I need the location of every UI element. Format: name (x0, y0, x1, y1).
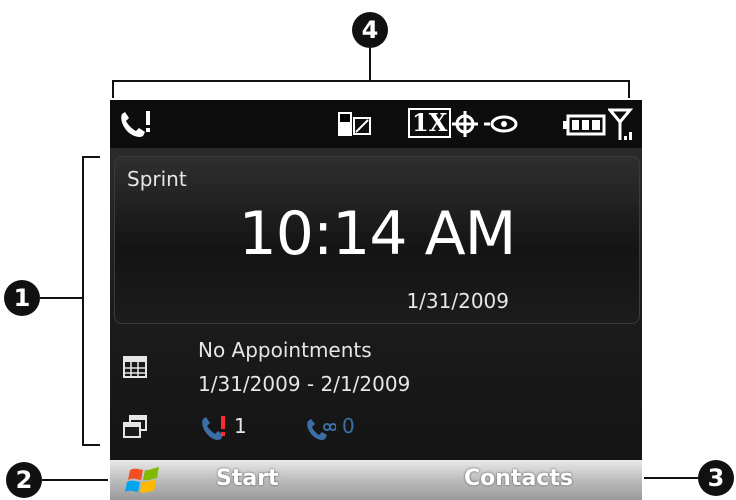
windows-flag-icon[interactable] (124, 464, 164, 498)
callout-2: 2 (6, 462, 42, 498)
status-bar[interactable]: 1X (110, 100, 642, 148)
appointments-range[interactable]: 1/31/2009 - 2/1/2009 (198, 372, 410, 396)
carrier-name: Sprint (127, 167, 187, 191)
callout-1-bracket (82, 156, 84, 446)
softkey-bar: Start Contacts (110, 460, 642, 500)
callout-1-bracket-bottom-tick (82, 444, 100, 446)
clock-date: 1/31/2009 (406, 289, 509, 313)
windows-stack-icon[interactable] (122, 414, 148, 440)
appointments-title[interactable]: No Appointments (198, 338, 372, 362)
1x-data-icon[interactable]: 1X (408, 108, 452, 138)
roaming-icon[interactable] (484, 112, 520, 136)
callout-4-bracket-right-tick (628, 80, 630, 98)
callout-2-line (42, 479, 108, 481)
callout-4: 4 (352, 12, 388, 48)
clock-panel[interactable]: Sprint 10:14 AM 1/31/2009 (114, 156, 640, 324)
callout-3: 3 (698, 460, 734, 496)
phone-alert-icon[interactable] (116, 108, 156, 140)
gps-icon[interactable] (450, 110, 480, 138)
callout-4-bracket-left-tick (112, 80, 114, 98)
calendar-icon[interactable] (122, 354, 148, 380)
callout-4-stem (369, 48, 371, 82)
voicemail-icon[interactable] (304, 416, 336, 442)
missed-calls-count[interactable]: 1 (234, 414, 247, 438)
today-screen: Sprint 10:14 AM 1/31/2009 No Appointment… (110, 148, 642, 460)
sim-icon[interactable] (336, 110, 372, 138)
callout-3-line (644, 477, 698, 479)
signal-icon[interactable] (608, 106, 636, 142)
battery-icon[interactable] (562, 114, 606, 136)
callout-1: 1 (4, 280, 40, 316)
start-softkey[interactable]: Start (216, 466, 279, 491)
missed-call-icon[interactable] (198, 414, 228, 442)
callout-1-stem (40, 297, 82, 299)
voicemail-count[interactable]: 0 (342, 414, 355, 438)
clock-time: 10:14 AM (238, 199, 517, 269)
phone-screen: 1X Sprint 10:14 AM 1/31/2009 No Appointm… (110, 100, 642, 500)
callout-1-bracket-top-tick (82, 156, 100, 158)
callout-4-bracket (112, 80, 630, 82)
contacts-softkey[interactable]: Contacts (464, 466, 573, 491)
